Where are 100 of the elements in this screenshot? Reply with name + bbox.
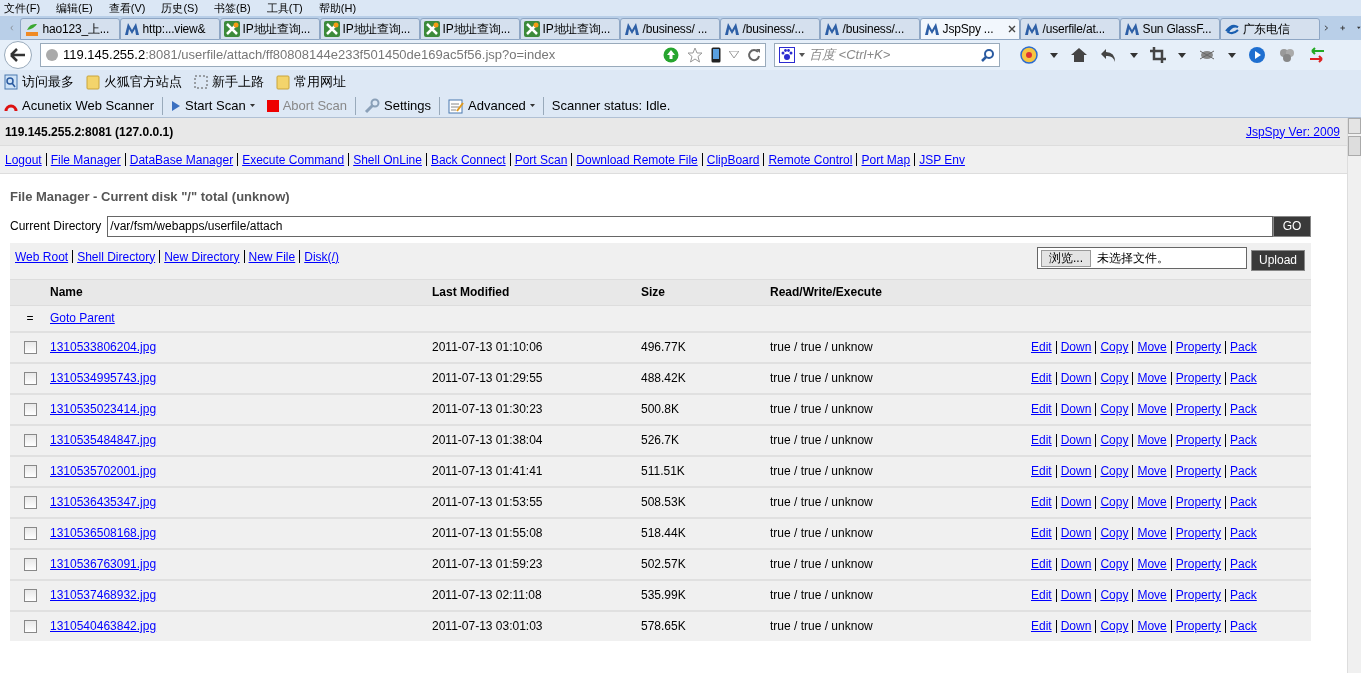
menu-item[interactable]: 历史(S) — [161, 2, 199, 14]
browser-tab[interactable]: http:...view& — [119, 18, 220, 40]
action-link[interactable]: Pack — [1230, 586, 1257, 604]
action-link[interactable]: Copy — [1100, 586, 1129, 604]
undo-icon[interactable] — [1100, 47, 1118, 63]
circles-icon[interactable] — [1278, 46, 1296, 64]
action-link[interactable]: Property — [1175, 338, 1222, 356]
action-link[interactable]: Move — [1137, 586, 1167, 604]
row-checkbox[interactable] — [23, 402, 37, 416]
action-link[interactable]: Copy — [1100, 524, 1129, 542]
back-button[interactable] — [4, 41, 32, 69]
directory-link[interactable]: New File — [248, 247, 296, 266]
action-link[interactable]: Move — [1137, 431, 1167, 449]
action-link[interactable]: Edit — [1031, 462, 1052, 480]
star-icon[interactable] — [687, 47, 703, 63]
file-link[interactable]: 1310535484847.jpg — [50, 433, 157, 447]
action-link[interactable]: Pack — [1230, 338, 1257, 356]
action-link[interactable]: Copy — [1100, 462, 1129, 480]
search-field[interactable]: 百度 <Ctrl+K> — [774, 43, 1000, 67]
file-link[interactable]: 1310533806204.jpg — [50, 340, 157, 354]
action-link[interactable]: Down — [1060, 462, 1092, 480]
bookmark-item[interactable]: 新手上路 — [194, 72, 264, 92]
action-link[interactable]: Move — [1137, 555, 1167, 573]
action-link[interactable]: Property — [1175, 493, 1222, 511]
goto-parent-link[interactable]: Goto Parent — [50, 309, 115, 327]
row-checkbox[interactable] — [23, 557, 37, 571]
action-link[interactable]: Property — [1175, 524, 1222, 542]
menu-item[interactable]: 帮助(H) — [318, 2, 357, 14]
address-field[interactable]: 119.145.255.2:8081/userfile/attach/ff80808144e233f501450de169ac5f56.jsp?o=index — [40, 43, 766, 67]
action-link[interactable]: Down — [1060, 431, 1092, 449]
browser-tab[interactable]: IP地址查询... — [419, 18, 520, 40]
action-link[interactable]: Edit — [1031, 586, 1052, 604]
upload-button[interactable]: Upload — [1250, 249, 1305, 271]
action-link[interactable]: Down — [1060, 338, 1092, 356]
action-link[interactable]: Edit — [1031, 338, 1052, 356]
nav-link[interactable]: Back Connect — [430, 150, 506, 169]
file-link[interactable]: 1310536508168.jpg — [50, 526, 157, 540]
row-checkbox[interactable] — [23, 619, 37, 633]
directory-link[interactable]: Disk(/) — [304, 247, 339, 266]
directory-link[interactable]: New Directory — [164, 247, 240, 266]
action-link[interactable]: Property — [1175, 369, 1222, 387]
action-link[interactable]: Pack — [1230, 400, 1257, 418]
nav-link[interactable]: DataBase Manager — [129, 150, 234, 169]
bookmark-item[interactable]: 常用网址 — [276, 72, 346, 92]
browser-tab[interactable]: /business/... — [819, 18, 920, 40]
file-link[interactable]: 1310540463842.jpg — [50, 619, 157, 633]
browse-button[interactable]: 浏览... — [1040, 249, 1091, 267]
file-link[interactable]: 1310536763091.jpg — [50, 557, 157, 571]
action-link[interactable]: Move — [1137, 462, 1167, 480]
directory-link[interactable]: Web Root — [15, 247, 69, 266]
browser-tab[interactable]: 广东电信 — [1219, 18, 1320, 40]
action-link[interactable]: Property — [1175, 462, 1222, 480]
row-checkbox[interactable] — [23, 588, 37, 602]
scrollbar[interactable] — [1347, 118, 1361, 673]
nav-link[interactable]: Execute Command — [242, 150, 345, 169]
browser-tab[interactable]: IP地址查询... — [219, 18, 320, 40]
action-link[interactable]: Copy — [1100, 338, 1129, 356]
action-link[interactable]: Pack — [1230, 369, 1257, 387]
browser-tab[interactable]: Sun GlassF... — [1119, 18, 1220, 40]
file-link[interactable]: 1310537468932.jpg — [50, 588, 157, 602]
file-link[interactable]: 1310536435347.jpg — [50, 495, 157, 509]
browser-tab[interactable]: hao123_上... — [19, 18, 120, 40]
action-link[interactable]: Copy — [1100, 400, 1129, 418]
advanced-button[interactable]: Advanced — [444, 95, 539, 116]
nav-link[interactable]: Port Map — [861, 150, 911, 169]
reload-icon[interactable] — [747, 48, 761, 62]
nav-link[interactable]: Port Scan — [514, 150, 568, 169]
nav-link[interactable]: Logout — [5, 150, 42, 169]
nav-link[interactable]: File Manager — [50, 150, 121, 169]
row-checkbox[interactable] — [23, 433, 37, 447]
action-link[interactable]: Edit — [1031, 524, 1052, 542]
crop-icon[interactable] — [1150, 47, 1166, 63]
action-link[interactable]: Down — [1060, 493, 1092, 511]
row-checkbox[interactable] — [23, 495, 37, 509]
directory-link[interactable]: Shell Directory — [77, 247, 156, 266]
caret-icon[interactable] — [1050, 52, 1058, 58]
phone-icon[interactable] — [711, 47, 721, 63]
action-link[interactable]: Down — [1060, 400, 1092, 418]
bug-icon[interactable] — [1198, 48, 1216, 62]
nav-link[interactable]: Remote Control — [768, 150, 853, 169]
action-link[interactable]: Property — [1175, 586, 1222, 604]
menu-item[interactable]: 文件(F) — [4, 2, 41, 14]
caret-icon[interactable] — [1178, 52, 1186, 58]
row-checkbox[interactable] — [23, 340, 37, 354]
action-link[interactable]: Edit — [1031, 555, 1052, 573]
row-checkbox[interactable] — [23, 371, 37, 385]
file-link[interactable]: 1310535702001.jpg — [50, 464, 157, 478]
browser-tab[interactable]: /business/ ... — [619, 18, 720, 40]
file-picker[interactable]: 浏览... 未选择文件。 — [1036, 247, 1247, 269]
action-link[interactable]: Property — [1175, 400, 1222, 418]
action-link[interactable]: Move — [1137, 617, 1167, 635]
home-icon[interactable] — [1070, 47, 1088, 63]
action-link[interactable]: Down — [1060, 524, 1092, 542]
action-link[interactable]: Copy — [1100, 493, 1129, 511]
search-icon[interactable] — [981, 48, 995, 62]
action-link[interactable]: Move — [1137, 369, 1167, 387]
search-input[interactable]: 百度 <Ctrl+K> — [809, 45, 977, 65]
action-link[interactable]: Move — [1137, 400, 1167, 418]
action-link[interactable]: Copy — [1100, 555, 1129, 573]
version-link[interactable]: JspSpy Ver: 2009 — [1245, 122, 1340, 141]
